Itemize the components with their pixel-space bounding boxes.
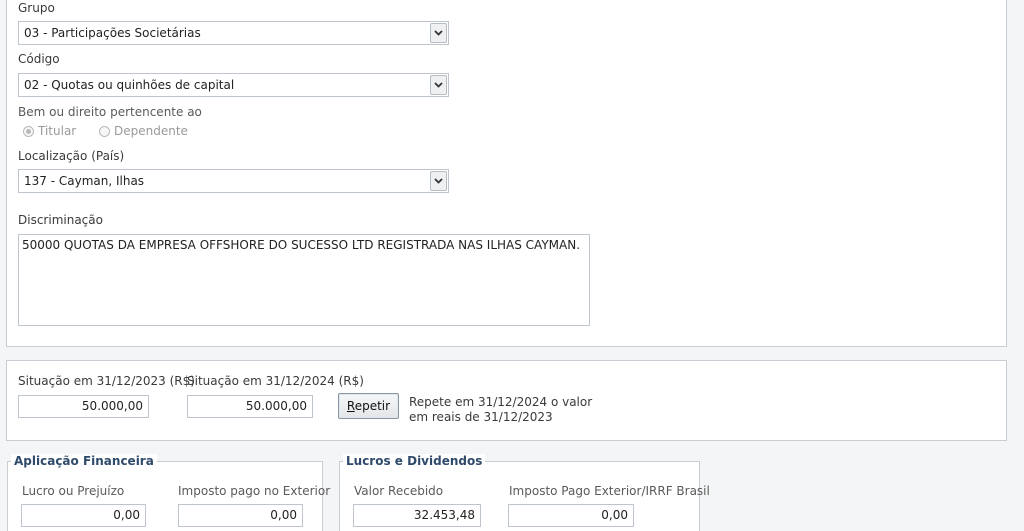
chevron-down-icon[interactable] [430,23,447,43]
situacao-2024-input[interactable]: 50.000,00 [187,395,313,418]
radio-dependente[interactable] [99,126,110,137]
chevron-down-icon[interactable] [430,171,447,191]
situacao-panel: Situação em 31/12/2023 (R$) 50.000,00 Si… [6,360,1007,441]
lucro-prejuizo-label: Lucro ou Prejuízo [22,484,125,498]
radio-dependente-label: Dependente [114,124,188,138]
aplicacao-financeira-legend: Aplicação Financeira [11,454,157,468]
repetir-button-label: epetir [354,399,391,413]
lucros-dividendos-fieldset: Lucros e Dividendos Valor Recebido 32.45… [339,454,710,531]
localizacao-select-value: 137 - Cayman, Ilhas [24,174,145,188]
grupo-select[interactable]: 03 - Participações Societárias [18,21,449,45]
codigo-label: Código [18,52,60,66]
situacao-2024-label: Situação em 31/12/2024 (R$) [187,374,364,388]
localizacao-label: Localização (País) [18,149,125,163]
grupo-label: Grupo [18,1,55,15]
situacao-2023-input[interactable]: 50.000,00 [18,395,149,418]
imposto-pago-irrf-label: Imposto Pago Exterior/IRRF Brasil [509,484,710,498]
lucros-dividendos-legend: Lucros e Dividendos [343,454,486,468]
chevron-down-icon[interactable] [430,75,447,95]
grupo-select-value: 03 - Participações Societárias [24,26,201,40]
imposto-pago-exterior-label: Imposto pago no Exterior [178,484,331,498]
discriminacao-label: Discriminação [18,213,103,227]
pertencente-label: Bem ou direito pertencente ao [18,105,202,119]
repetir-button-accesskey: R [346,399,355,413]
valor-recebido-label: Valor Recebido [354,484,444,498]
discriminacao-textarea[interactable]: 50000 QUOTAS DA EMPRESA OFFSHORE DO SUCE… [18,234,590,326]
bem-direito-panel: Grupo 03 - Participações Societárias Cód… [6,0,1007,347]
repetir-help-text: Repete em 31/12/2024 o valor em reais de… [409,395,592,425]
codigo-select-value: 02 - Quotas ou quinhões de capital [24,78,235,92]
repetir-button[interactable]: Repetir [338,393,399,419]
imposto-pago-exterior-input[interactable]: 0,00 [178,504,303,527]
lucro-prejuizo-input[interactable]: 0,00 [21,504,146,527]
repetir-help-line2: em reais de 31/12/2023 [409,410,553,424]
repetir-help-line1: Repete em 31/12/2024 o valor [409,395,593,409]
localizacao-select[interactable]: 137 - Cayman, Ilhas [18,169,449,193]
codigo-select[interactable]: 02 - Quotas ou quinhões de capital [18,73,449,97]
radio-titular-label: Titular [38,124,77,138]
aplicacao-financeira-fieldset: Aplicação Financeira Lucro ou Prejuízo 0… [7,454,330,531]
imposto-pago-irrf-input[interactable]: 0,00 [508,504,634,527]
radio-titular[interactable] [23,126,34,137]
situacao-2023-label: Situação em 31/12/2023 (R$) [18,374,195,388]
valor-recebido-input[interactable]: 32.453,48 [353,504,481,527]
